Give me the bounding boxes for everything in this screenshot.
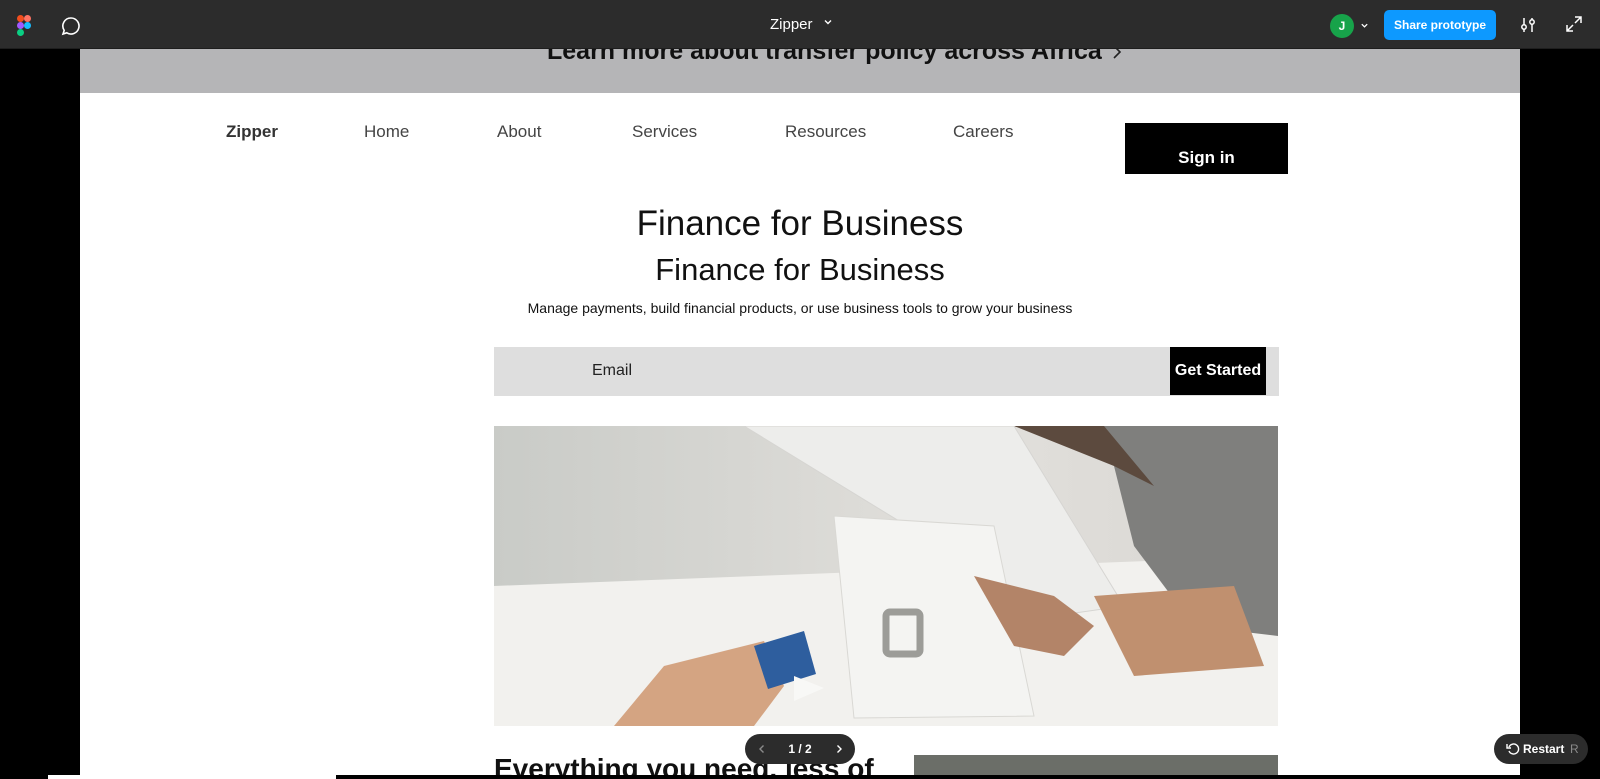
hero-subtitle: Finance for Business [655,252,945,287]
chevron-down-icon[interactable] [823,17,833,27]
sign-in-button[interactable]: Sign in [1125,123,1288,174]
settings-icon[interactable] [1519,16,1537,34]
hero-image [494,426,1278,726]
nav-link-about[interactable]: About [497,122,541,142]
page-indicator: 1 / 2 [788,742,812,756]
avatar[interactable]: J [1330,14,1354,38]
arrow-right-icon[interactable] [1110,49,1124,59]
restart-button[interactable]: Restart R [1494,734,1588,764]
chevron-right-icon[interactable] [834,744,844,754]
email-placeholder: Email [592,362,633,379]
expand-icon[interactable] [1566,16,1582,32]
prototype-title[interactable]: Zipper [770,16,813,33]
nav-link-services[interactable]: Services [632,122,697,142]
announcement-banner[interactable]: Learn more about transfer policy across … [80,49,1520,93]
chevron-left-icon[interactable] [757,744,767,754]
prototype-toolbar: Zipper J Share prototype [0,0,1600,49]
hero-title: Finance for Business [636,204,964,243]
avatar-chevron-icon[interactable] [1360,21,1369,30]
card-payment-photo [494,426,1278,726]
nav-link-careers[interactable]: Careers [953,122,1013,142]
restart-icon [1506,743,1520,755]
nav-link-home[interactable]: Home [364,122,409,142]
banner-text: Learn more about transfer policy across … [547,49,1102,65]
email-input[interactable]: Email [494,347,1279,396]
page-navigator: 1 / 2 [745,734,855,764]
figma-logo-icon[interactable] [17,15,31,36]
restart-label: Restart [1523,742,1565,756]
prototype-frame: Learn more about transfer policy across … [80,49,1520,775]
share-prototype-button[interactable]: Share prototype [1384,10,1496,40]
nav-link-resources[interactable]: Resources [785,122,866,142]
get-started-button[interactable]: Get Started [1170,347,1266,395]
hero-description: Manage payments, build financial product… [527,300,1073,316]
brand-logo[interactable]: Zipper [226,122,278,142]
comment-icon[interactable] [61,16,81,36]
section-image [914,755,1278,775]
restart-shortcut: R [1570,742,1579,756]
bottom-scroll-strip [48,775,336,779]
